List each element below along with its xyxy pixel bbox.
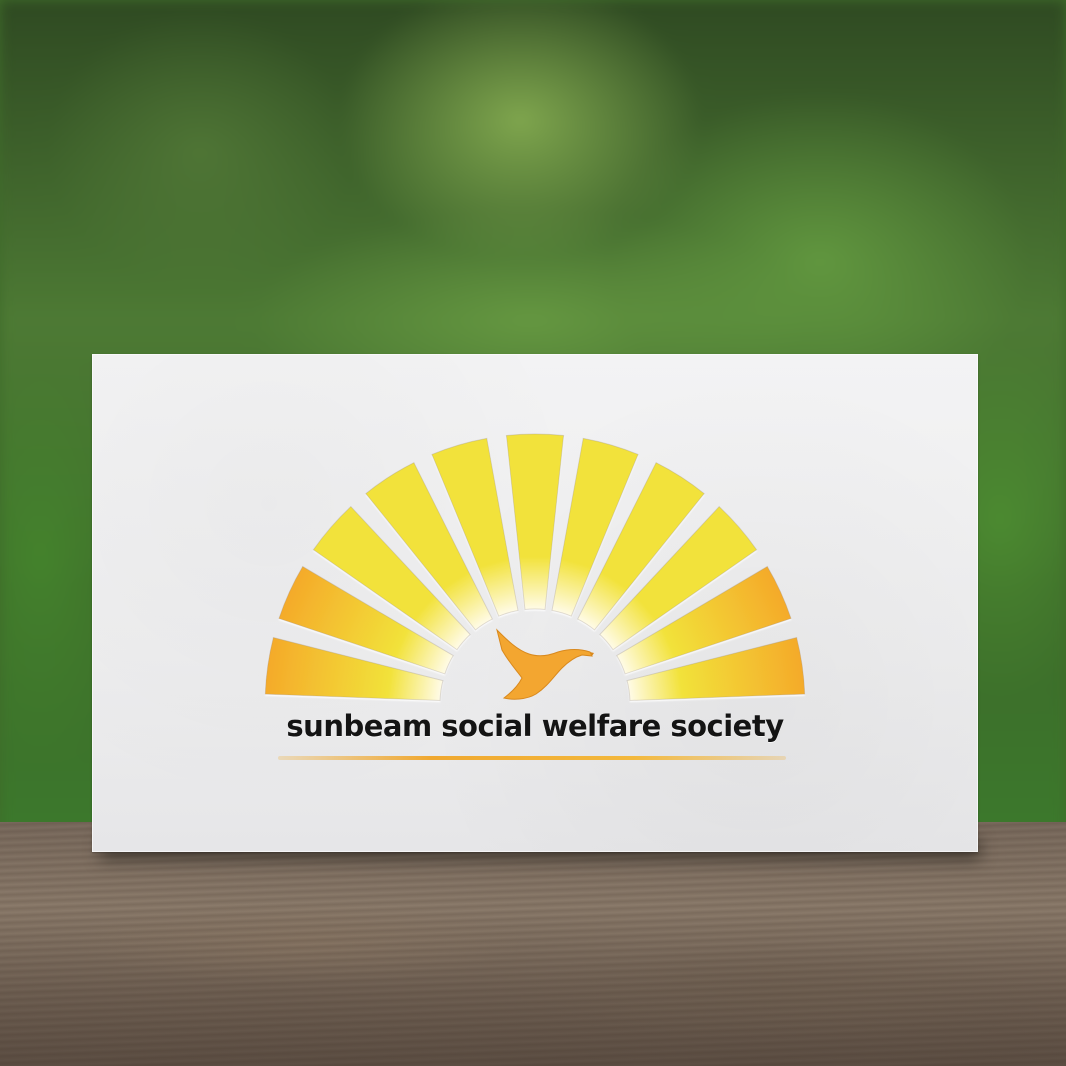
sun-ray bbox=[505, 433, 565, 611]
hummingbird-icon bbox=[496, 628, 594, 700]
business-card: sunbeam social welfare society bbox=[92, 354, 978, 852]
photo-scene: sunbeam social welfare society bbox=[0, 0, 1066, 1066]
logo-emblem bbox=[264, 433, 806, 702]
name-underline bbox=[278, 756, 786, 760]
organization-name: sunbeam social welfare society bbox=[286, 709, 784, 743]
